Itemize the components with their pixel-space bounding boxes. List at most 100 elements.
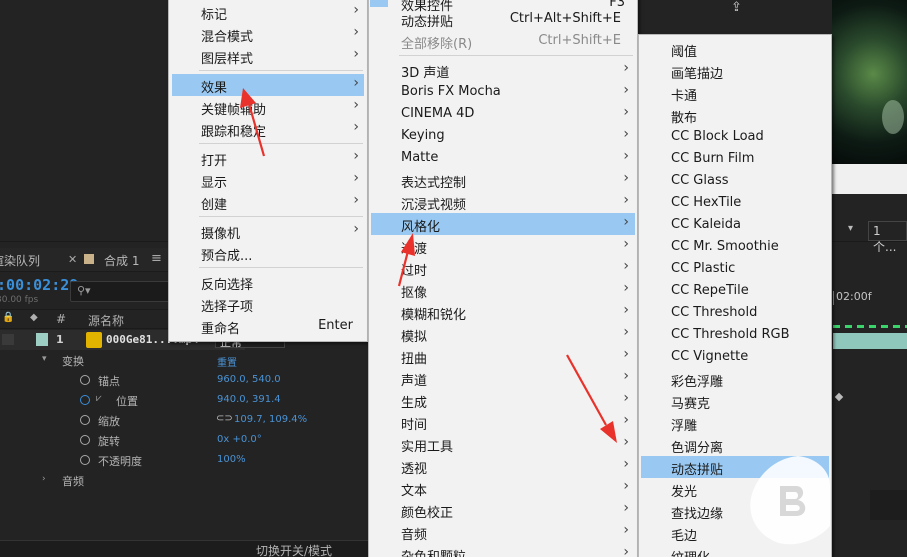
menu-item-track-stabilize[interactable]: 跟踪和稳定 ›: [169, 118, 367, 140]
stopwatch-active-icon[interactable]: [80, 395, 90, 405]
menu-item-posterize[interactable]: 色调分离: [639, 434, 831, 456]
menu-item-utility[interactable]: 实用工具 ›: [369, 433, 637, 455]
graph-icon[interactable]: ⩗: [96, 393, 102, 404]
menu-item-precompose[interactable]: 预合成...: [169, 242, 367, 264]
lock-icon[interactable]: 🔒: [2, 312, 14, 323]
menu-item-roughen-edges[interactable]: 毛边: [639, 522, 831, 544]
menu-item-transition[interactable]: 过渡 ›: [369, 235, 637, 257]
menu-item-cc-threshold[interactable]: CC Threshold: [639, 302, 831, 324]
property-row[interactable]: › 音频: [0, 470, 370, 490]
property-row[interactable]: 缩放 ⊂⊃ 109.7, 109.4%: [0, 410, 370, 430]
layer-search-field[interactable]: ⚲▾: [70, 281, 170, 302]
property-value[interactable]: 0x +0.0°: [217, 434, 262, 445]
menu-item-cinema-4d[interactable]: CINEMA 4D ›: [369, 103, 637, 125]
menu-item-select-children[interactable]: 选择子项: [169, 293, 367, 315]
chevron-down-icon[interactable]: ▾: [848, 223, 853, 234]
menu-item-distort[interactable]: 扭曲 ›: [369, 345, 637, 367]
menu-item-keyframe-assistant[interactable]: 关键帧辅助 ›: [169, 96, 367, 118]
stopwatch-icon[interactable]: [80, 415, 90, 425]
column-source-name[interactable]: 源名称: [88, 312, 124, 329]
menu-item-cc-burn-film[interactable]: CC Burn Film: [639, 148, 831, 170]
menu-item-obsolete[interactable]: 过时 ›: [369, 257, 637, 279]
share-icon[interactable]: ⇪: [731, 0, 742, 15]
property-row[interactable]: ▾ 变换 重置: [0, 350, 370, 370]
tab-comp[interactable]: 合成 1: [104, 252, 139, 269]
menu-item-effect[interactable]: 效果 ›: [172, 74, 364, 96]
menu-item-matte[interactable]: Matte ›: [369, 147, 637, 169]
tab-render-queue[interactable]: 渲染队列: [0, 252, 40, 269]
twirl-down-icon[interactable]: ▾: [42, 354, 47, 364]
property-value[interactable]: 960.0, 540.0: [217, 374, 281, 385]
constrain-link-icon[interactable]: ⊂⊃: [216, 413, 233, 424]
menu-item-simulation[interactable]: 模拟 ›: [369, 323, 637, 345]
menu-item-texturize[interactable]: 纹理化: [639, 544, 831, 557]
keyframe-icon[interactable]: [834, 392, 844, 402]
menu-item-find-edges[interactable]: 查找边缘: [639, 500, 831, 522]
menu-item-cc-mr-smoothie[interactable]: CC Mr. Smoothie: [639, 236, 831, 258]
menu-item-create[interactable]: 创建 ›: [169, 191, 367, 213]
toggle-switches-modes[interactable]: 切换开关/模式: [256, 542, 332, 557]
menu-item-cc-plastic[interactable]: CC Plastic: [639, 258, 831, 280]
menu-item-expression-controls[interactable]: 表达式控制 ›: [369, 169, 637, 191]
hamburger-icon[interactable]: ≡: [151, 251, 162, 266]
menu-item-camera[interactable]: 摄像机 ›: [169, 220, 367, 242]
menu-item-threshold-cn[interactable]: 阈值: [639, 38, 831, 60]
menu-item-cc-repetile[interactable]: CC RepeTile: [639, 280, 831, 302]
menu-item-scatter[interactable]: 散布: [639, 104, 831, 126]
menu-item-motion-tile-recent[interactable]: 动态拼贴 Ctrl+Alt+Shift+E: [369, 8, 637, 30]
menu-item-blend-mode[interactable]: 混合模式 ›: [169, 23, 367, 45]
twirl-right-icon[interactable]: ›: [42, 474, 46, 484]
menu-item-cc-glass[interactable]: CC Glass: [639, 170, 831, 192]
menu-item-color-correction[interactable]: 颜色校正 ›: [369, 499, 637, 521]
menu-item-glow[interactable]: 发光: [639, 478, 831, 500]
current-time[interactable]: 0:00:02:29: [0, 276, 78, 294]
reset-link[interactable]: 重置: [217, 354, 237, 369]
work-area-bar[interactable]: [833, 325, 907, 328]
label-tag-icon[interactable]: ◆: [30, 312, 38, 323]
menu-item-channel[interactable]: 声道 ›: [369, 367, 637, 389]
menu-item-cc-hextile[interactable]: CC HexTile: [639, 192, 831, 214]
menu-item-cartoon[interactable]: 卡通: [639, 82, 831, 104]
menu-item-perspective[interactable]: 透视 ›: [369, 455, 637, 477]
menu-item-layer-styles[interactable]: 图层样式 ›: [169, 45, 367, 67]
menu-item-cc-block-load[interactable]: CC Block Load: [639, 126, 831, 148]
menu-item-noise-grain[interactable]: 杂色和颗粒 ›: [369, 543, 637, 557]
menu-item-text[interactable]: 文本 ›: [369, 477, 637, 499]
stopwatch-icon[interactable]: [80, 435, 90, 445]
menu-item-color-emboss[interactable]: 彩色浮雕: [639, 368, 831, 390]
menu-item-boris-fx-mocha[interactable]: Boris FX Mocha ›: [369, 81, 637, 103]
menu-item-blur-sharpen[interactable]: 模糊和锐化 ›: [369, 301, 637, 323]
layer-label-color[interactable]: [36, 333, 48, 346]
close-icon[interactable]: ✕: [68, 253, 77, 266]
menu-item-audio[interactable]: 音频 ›: [369, 521, 637, 543]
menu-item-generate[interactable]: 生成 ›: [369, 389, 637, 411]
menu-item-cc-threshold-rgb[interactable]: CC Threshold RGB: [639, 324, 831, 346]
menu-item-brush-strokes[interactable]: 画笔描边: [639, 60, 831, 82]
menu-item-keying[interactable]: Keying ›: [369, 125, 637, 147]
menu-item-open[interactable]: 打开 ›: [169, 147, 367, 169]
menu-item-keying-cn[interactable]: 抠像 ›: [369, 279, 637, 301]
property-value[interactable]: 109.7, 109.4%: [234, 414, 307, 425]
view-count-dropdown[interactable]: 1 个...: [868, 221, 907, 254]
property-row[interactable]: 锚点 960.0, 540.0: [0, 370, 370, 390]
menu-item-time[interactable]: 时间 ›: [369, 411, 637, 433]
stopwatch-icon[interactable]: [80, 455, 90, 465]
menu-item-stylize[interactable]: 风格化 ›: [371, 213, 635, 235]
menu-item-3d-channel[interactable]: 3D 声道 ›: [369, 59, 637, 81]
property-row[interactable]: 不透明度 100%: [0, 450, 370, 470]
menu-item-remove-all[interactable]: 全部移除(R) Ctrl+Shift+E: [369, 30, 637, 52]
menu-item-invert-selection[interactable]: 反向选择: [169, 271, 367, 293]
menu-item-motion-tile[interactable]: 动态拼贴: [641, 456, 829, 478]
menu-item-markers[interactable]: 标记 ›: [169, 1, 367, 23]
menu-item-reveal[interactable]: 显示 ›: [169, 169, 367, 191]
menu-item-rename[interactable]: 重命名 Enter: [169, 315, 367, 337]
menu-item-immersive-video[interactable]: 沉浸式视频 ›: [369, 191, 637, 213]
menu-item-emboss[interactable]: 浮雕: [639, 412, 831, 434]
menu-item-cc-vignette[interactable]: CC Vignette: [639, 346, 831, 368]
menu-item-mosaic[interactable]: 马赛克: [639, 390, 831, 412]
property-value[interactable]: 940.0, 391.4: [217, 394, 281, 405]
layer-duration-bar[interactable]: [833, 333, 907, 349]
stopwatch-icon[interactable]: [80, 375, 90, 385]
property-row[interactable]: ⩗ 位置 940.0, 391.4: [0, 390, 370, 410]
property-value[interactable]: 100%: [217, 454, 246, 465]
